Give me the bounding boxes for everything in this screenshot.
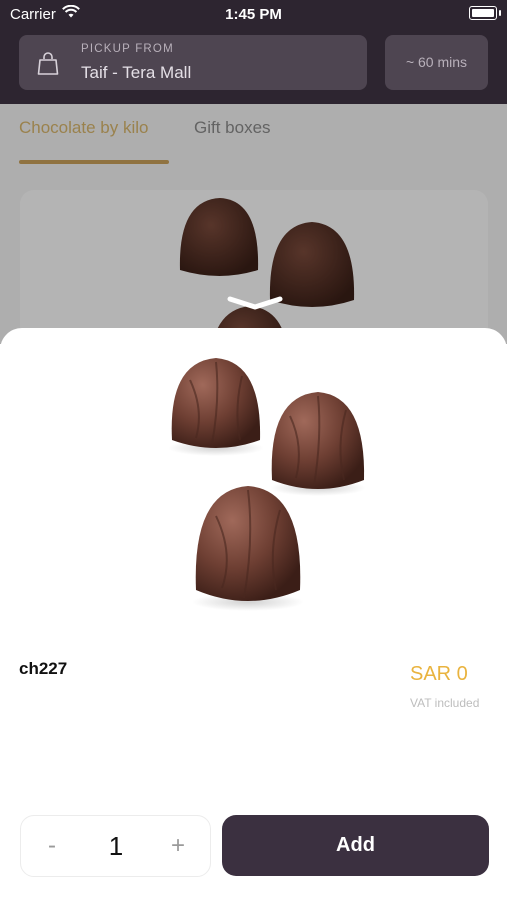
quantity-value: 1 bbox=[108, 831, 124, 861]
shopping-bag-icon bbox=[37, 52, 59, 81]
quantity-stepper: - 1 + bbox=[20, 815, 211, 877]
eta-badge[interactable]: ~ 60 mins bbox=[385, 35, 488, 90]
pickup-location-selector[interactable]: PICKUP FROM Taif - Tera Mall bbox=[19, 35, 367, 90]
product-price: SAR 0 bbox=[410, 663, 468, 685]
add-button[interactable]: Add bbox=[222, 815, 489, 876]
product-image bbox=[168, 358, 366, 611]
product-name: ch227 bbox=[19, 659, 68, 678]
status-bar: Carrier 1:45 PM bbox=[0, 0, 507, 28]
status-time: 1:45 PM bbox=[225, 6, 282, 23]
pickup-label: PICKUP FROM bbox=[81, 43, 174, 55]
chevron-down-icon[interactable] bbox=[226, 293, 284, 318]
increase-quantity-button[interactable]: + bbox=[161, 830, 195, 862]
battery-icon bbox=[469, 6, 501, 20]
pickup-location: Taif - Tera Mall bbox=[81, 63, 192, 82]
vat-note: VAT included bbox=[410, 696, 480, 710]
product-detail-sheet: ch227 SAR 0 VAT included - 1 + Add bbox=[0, 328, 507, 900]
decrease-quantity-button[interactable]: - bbox=[35, 830, 69, 862]
